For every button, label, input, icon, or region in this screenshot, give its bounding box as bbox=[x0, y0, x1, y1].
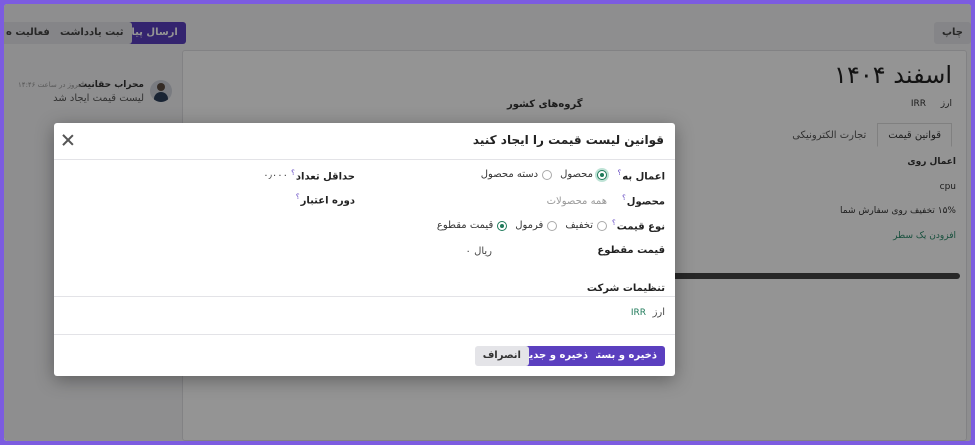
help-icon[interactable]: ؟ bbox=[618, 169, 622, 177]
apply-on-label: اعمال به؟ bbox=[617, 169, 665, 183]
product-label: محصول؟ bbox=[622, 194, 665, 208]
radio-discount[interactable]: تخفیف bbox=[565, 220, 607, 231]
price-type-label: نوع قیمت؟ bbox=[612, 219, 665, 233]
radio-apply-product[interactable]: محصول bbox=[560, 169, 607, 180]
fixed-price-input[interactable]: ریال ۰ bbox=[466, 246, 492, 257]
radio-formula[interactable]: فرمول bbox=[515, 220, 558, 231]
min-qty-input[interactable]: ۰٫۰۰۰ bbox=[263, 170, 288, 181]
apply-on-radio-group: محصول دسته محصول bbox=[473, 169, 607, 183]
help-icon[interactable]: ؟ bbox=[622, 194, 626, 202]
company-currency-value[interactable]: IRR bbox=[631, 308, 646, 318]
help-icon[interactable]: ؟ bbox=[612, 219, 616, 227]
footer-divider bbox=[54, 334, 675, 335]
discard-button[interactable]: انصراف bbox=[474, 346, 529, 366]
dialog-header: قوانین لیست قیمت را ایجاد کنید bbox=[54, 123, 675, 160]
close-icon[interactable] bbox=[60, 132, 76, 148]
section-divider bbox=[54, 296, 675, 297]
product-input[interactable]: همه محصولات bbox=[547, 196, 607, 207]
help-icon[interactable]: ؟ bbox=[291, 169, 295, 177]
company-currency-label: ارز bbox=[652, 307, 665, 318]
help-icon[interactable]: ؟ bbox=[296, 193, 300, 201]
price-rule-dialog: قوانین لیست قیمت را ایجاد کنید اعمال به؟… bbox=[54, 123, 675, 376]
price-type-radio-group: تخفیف فرمول قیمت مقطوع bbox=[429, 220, 607, 234]
radio-apply-category[interactable]: دسته محصول bbox=[481, 169, 553, 180]
validity-label: دوره اعتبار؟ bbox=[295, 193, 355, 207]
radio-fixed-price[interactable]: قیمت مقطوع bbox=[437, 220, 508, 231]
company-settings-heading: تنظیمات شرکت bbox=[586, 283, 665, 294]
dialog-title: قوانین لیست قیمت را ایجاد کنید bbox=[472, 133, 664, 147]
min-qty-label: حداقل تعداد؟ bbox=[291, 169, 355, 183]
fixed-price-label: قیمت مقطوع bbox=[597, 245, 665, 256]
